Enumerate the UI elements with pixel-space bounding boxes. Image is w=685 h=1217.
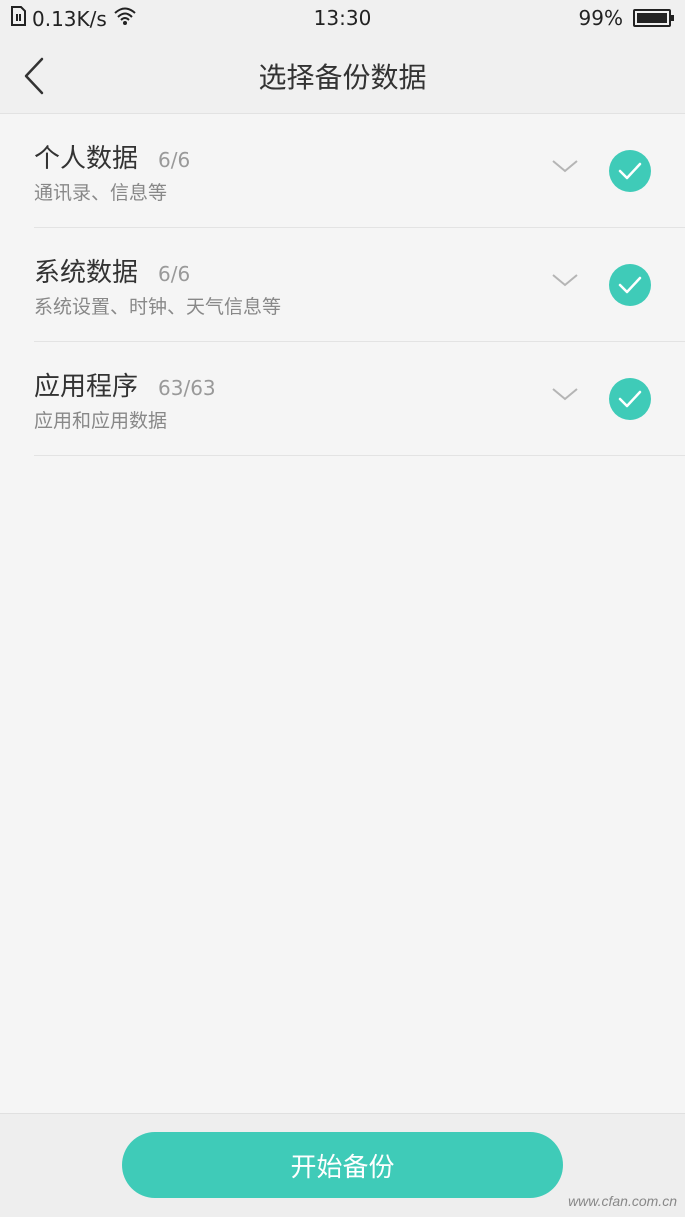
check-icon[interactable]	[609, 264, 651, 306]
chevron-down-icon[interactable]	[550, 384, 580, 404]
item-subtitle: 应用和应用数据	[34, 410, 168, 432]
item-count: 6/6	[158, 262, 191, 286]
item-title: 系统数据	[34, 258, 139, 288]
list-item-system-data[interactable]: 系统数据 6/6 系统设置、时钟、天气信息等	[34, 228, 685, 342]
item-count: 63/63	[158, 376, 216, 400]
page-title: 选择备份数据	[258, 61, 427, 94]
watermark: www.cfan.com.cn	[568, 1193, 677, 1209]
battery-icon	[633, 9, 674, 27]
item-title: 应用程序	[34, 372, 139, 402]
backup-category-list: 个人数据 6/6 通讯录、信息等 系统数据 6/6 系统设置、时钟、天气信息等	[0, 114, 685, 456]
item-title: 个人数据	[34, 144, 139, 174]
item-count: 6/6	[158, 148, 191, 172]
item-subtitle: 通讯录、信息等	[34, 182, 168, 204]
status-bar: 0.13K/s 13:30 99%	[0, 0, 685, 36]
list-item-personal-data[interactable]: 个人数据 6/6 通讯录、信息等	[34, 114, 685, 228]
status-right: 99%	[578, 6, 674, 30]
list-item-applications[interactable]: 应用程序 63/63 应用和应用数据	[34, 342, 685, 456]
chevron-down-icon[interactable]	[550, 156, 580, 176]
start-backup-button[interactable]: 开始备份	[122, 1132, 563, 1198]
chevron-down-icon[interactable]	[550, 270, 580, 290]
check-icon[interactable]	[609, 378, 651, 420]
backup-select-screen: 0.13K/s 13:30 99% 选择备份数据 个人数据 6/6 通讯录、信息…	[0, 0, 685, 1217]
battery-percent: 99%	[578, 6, 623, 30]
item-subtitle: 系统设置、时钟、天气信息等	[34, 296, 282, 318]
bottom-bar: 开始备份 www.cfan.com.cn	[0, 1113, 685, 1217]
app-header: 选择备份数据	[0, 36, 685, 114]
check-icon[interactable]	[609, 150, 651, 192]
